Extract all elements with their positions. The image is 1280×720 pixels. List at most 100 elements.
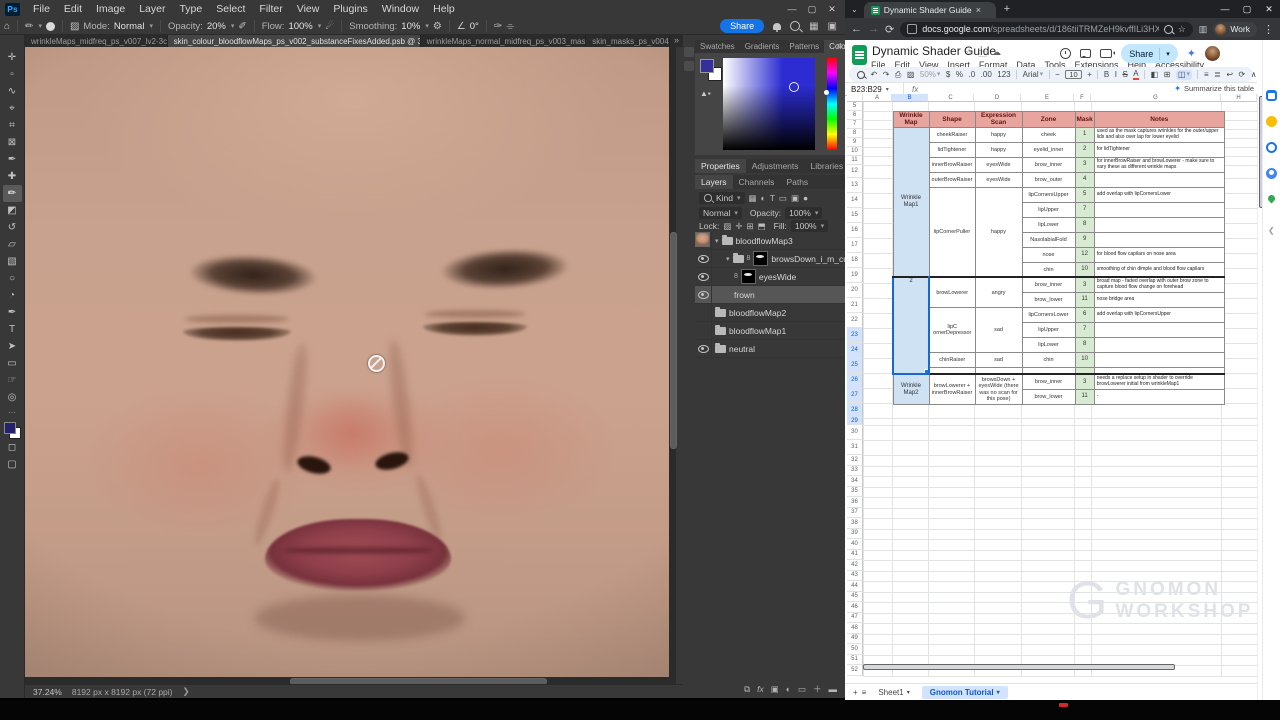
row-header-47[interactable]: 47 xyxy=(847,613,863,624)
eraser-tool[interactable]: ▱ xyxy=(3,236,22,253)
table-cell[interactable]: lipLower xyxy=(1022,217,1075,232)
layer-mask-icon[interactable]: ▣ xyxy=(771,684,779,695)
layer-group-icon[interactable]: ▭ xyxy=(798,684,806,695)
size-plus-icon[interactable]: + xyxy=(1087,71,1092,79)
row-header-32[interactable]: 32 xyxy=(847,455,863,466)
layer-thumbnail[interactable] xyxy=(695,232,710,247)
sheet-tab-gnomon-tutorial[interactable]: Gnomon Tutorial▾ xyxy=(922,686,1008,699)
zoom-tool[interactable]: ◎ xyxy=(3,389,22,406)
fill-select[interactable]: 100%▾ xyxy=(791,220,828,232)
row-header-33[interactable]: 33 xyxy=(847,466,863,477)
table-cell[interactable]: 6 xyxy=(1075,307,1094,322)
hand-tool[interactable]: ☞ xyxy=(3,372,22,389)
dodge-tool[interactable]: ◔ xyxy=(3,287,22,304)
row-header-17[interactable]: 17 xyxy=(847,238,863,253)
table-cell[interactable]: cheek xyxy=(1022,127,1075,142)
home-icon[interactable]: ⌂ xyxy=(4,21,10,32)
profile-chip[interactable]: Work xyxy=(1213,22,1257,37)
decimal-increase-icon[interactable]: .00 xyxy=(981,71,992,79)
table-cell[interactable]: lipC ornerDepressor xyxy=(929,307,975,352)
bold-icon[interactable]: B xyxy=(1104,71,1109,79)
table-cell[interactable]: angry xyxy=(975,277,1022,307)
history-brush-tool[interactable]: ↺ xyxy=(3,219,22,236)
site-info-icon[interactable] xyxy=(907,24,917,34)
table-cell[interactable]: lidTightener xyxy=(929,142,975,157)
opacity-select[interactable]: 20% xyxy=(207,21,226,32)
comment-icon[interactable] xyxy=(1080,49,1091,58)
color-field[interactable] xyxy=(723,58,815,150)
row-header-8[interactable]: 8 xyxy=(847,129,863,138)
flow-select[interactable]: 100% xyxy=(288,21,312,32)
table-cell[interactable]: chinRaiser xyxy=(929,352,975,367)
filter-pixel-icon[interactable]: ▦ xyxy=(749,193,757,204)
panel-tab-channels[interactable]: Channels xyxy=(733,175,781,189)
column-header-C[interactable]: C xyxy=(928,94,974,102)
text-color-icon[interactable]: A xyxy=(1133,70,1138,80)
row-header-13[interactable]: 13 xyxy=(847,178,863,193)
row-header-48[interactable]: 48 xyxy=(847,623,863,634)
minimize-icon[interactable]: — xyxy=(783,2,801,16)
omnibox[interactable]: docs.google.com/spreadsheets/d/186tiiTRM… xyxy=(900,22,1193,37)
visibility-toggle[interactable] xyxy=(695,340,712,357)
menu-filter[interactable]: Filter xyxy=(252,3,289,15)
row-header-35[interactable]: 35 xyxy=(847,487,863,498)
menu-view[interactable]: View xyxy=(290,3,327,15)
table-header-cell[interactable]: Zone xyxy=(1022,112,1075,128)
panel-tab-adjustments[interactable]: Adjustments xyxy=(746,159,805,173)
row-header-40[interactable]: 40 xyxy=(847,539,863,550)
table-cell[interactable]: brow_inner xyxy=(1022,277,1075,292)
table-cell[interactable]: smoothing of chin dimple and blood flow … xyxy=(1094,262,1224,277)
document-tab[interactable]: wrinkleMaps_normal_midfreq_ps_v003_maskU… xyxy=(421,35,587,47)
strikethrough-icon[interactable]: S xyxy=(1122,71,1127,79)
table-cell[interactable]: 4 xyxy=(1075,172,1094,187)
redo-icon[interactable]: ↷ xyxy=(883,71,890,79)
panel-tab-patterns[interactable]: Patterns xyxy=(784,40,824,53)
undo-icon[interactable]: ↶ xyxy=(871,71,878,79)
table-cell[interactable]: outerBrowRaiser xyxy=(929,172,975,187)
table-cell[interactable] xyxy=(1094,172,1224,187)
panel-tab-libraries[interactable]: Libraries xyxy=(805,159,850,173)
row-header-29[interactable]: 29 xyxy=(847,418,863,425)
row-header-27[interactable]: 27 xyxy=(847,388,863,403)
table-cell[interactable]: eyesWide xyxy=(975,157,1022,172)
table-cell[interactable]: 2 xyxy=(893,277,929,374)
reload-icon[interactable]: ⟳ xyxy=(885,23,894,36)
layer-row[interactable]: frown xyxy=(695,286,845,304)
column-header-G[interactable]: G xyxy=(1091,94,1221,102)
toolbar-more-icon[interactable]: ⋯ xyxy=(8,408,16,417)
gemini-icon[interactable]: ✦ xyxy=(1187,47,1196,60)
search-icon[interactable] xyxy=(857,71,865,79)
layer-filter-select[interactable]: Kind ▾ xyxy=(699,192,745,204)
table-cell[interactable]: chin xyxy=(1022,352,1075,367)
table-cell[interactable]: broad map - faded overlap with outer bro… xyxy=(1094,277,1224,292)
table-cell[interactable]: 12 xyxy=(1075,247,1094,262)
table-cell[interactable]: lipUpper xyxy=(1022,202,1075,217)
row-header-39[interactable]: 39 xyxy=(847,529,863,540)
font-size-input[interactable]: 10 xyxy=(1065,70,1081,80)
more-tabs-icon[interactable]: » xyxy=(670,35,683,47)
row-header-26[interactable]: 26 xyxy=(847,373,863,388)
hue-slider[interactable] xyxy=(827,58,837,150)
filter-toggle-icon[interactable]: ● xyxy=(803,193,808,203)
delete-layer-icon[interactable]: ▬ xyxy=(829,684,838,694)
table-cell[interactable] xyxy=(929,367,975,374)
table-cell[interactable]: chin xyxy=(1022,262,1075,277)
layer-opacity-select[interactable]: 100%▾ xyxy=(785,207,822,219)
vertical-align-icon[interactable]: ≣ xyxy=(1214,71,1221,79)
visibility-toggle[interactable] xyxy=(695,304,712,321)
table-cell[interactable]: brow_inner xyxy=(1022,157,1075,172)
maximize-icon[interactable]: ▢ xyxy=(803,2,821,16)
layer-row[interactable]: ▾8browsDown_i_m_custom xyxy=(695,250,845,268)
row-header-11[interactable]: 11 xyxy=(847,156,863,165)
panel-tab-properties[interactable]: Properties xyxy=(695,159,746,173)
menu-plugins[interactable]: Plugins xyxy=(326,3,374,15)
type-tool[interactable]: T xyxy=(3,321,22,338)
table-cell[interactable] xyxy=(1094,367,1224,374)
forward-icon[interactable]: → xyxy=(868,23,879,35)
table-cell[interactable]: 10 xyxy=(1075,352,1094,367)
table-cell[interactable]: for blood flow capilars on nose area xyxy=(1094,247,1224,262)
table-cell[interactable]: 8 xyxy=(1075,217,1094,232)
table-cell[interactable]: add overlap with lipCornersUpper xyxy=(1094,307,1224,322)
row-header-30[interactable]: 30 xyxy=(847,425,863,440)
tab-close-icon[interactable]: × xyxy=(976,5,981,15)
